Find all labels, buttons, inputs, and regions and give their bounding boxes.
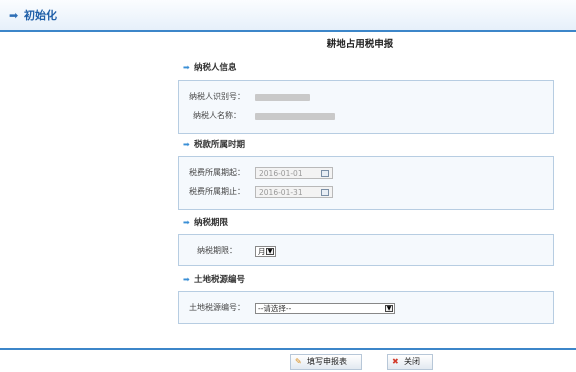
land-source-label: 土地税源编号：	[189, 303, 245, 312]
calendar-icon[interactable]	[321, 189, 329, 196]
period-end-value: 2016-01-31	[259, 188, 303, 197]
section-arrow-icon: ➡	[183, 140, 190, 149]
taxpayer-name-label: 纳税人名称：	[193, 111, 241, 120]
period-end-label: 税费所属期止：	[189, 187, 245, 196]
section-title: 纳税期限	[194, 218, 229, 228]
page-title: 初始化	[24, 9, 57, 22]
section-arrow-icon: ➡	[183, 275, 190, 284]
filing-term-select[interactable]: 月 ▼	[255, 246, 276, 257]
taxpayer-info-panel: 纳税人识别号： 纳税人名称：	[178, 80, 554, 134]
period-start-value: 2016-01-01	[259, 169, 303, 178]
section-title: 税款所属时期	[194, 140, 246, 150]
taxpayer-id-value	[255, 94, 310, 101]
taxpayer-name-value	[255, 113, 335, 120]
land-source-select[interactable]: --请选择-- ▼	[255, 303, 395, 314]
filing-term-value: 月	[258, 247, 266, 256]
section-title: 土地税源编号	[194, 275, 246, 285]
chevron-down-icon[interactable]: ▼	[266, 248, 274, 255]
section-arrow-icon: ➡	[183, 63, 190, 72]
filing-term-label: 纳税期限：	[197, 246, 237, 255]
fill-report-label: 填写申报表	[307, 357, 347, 366]
close-label: 关闭	[404, 357, 420, 366]
chevron-down-icon[interactable]: ▼	[385, 305, 393, 312]
fill-report-button[interactable]: ✎ 填写申报表	[290, 354, 362, 370]
top-bar: ➡ 初始化	[0, 0, 576, 32]
taxpayer-id-label: 纳税人识别号：	[189, 92, 245, 101]
land-source-value: --请选择--	[258, 304, 292, 313]
close-button[interactable]: ✖ 关闭	[387, 354, 433, 370]
pencil-icon: ✎	[295, 357, 302, 366]
filing-term-panel: 纳税期限： 月 ▼	[178, 234, 554, 266]
form-title: 耕地占用税申报	[326, 39, 394, 50]
period-start-input[interactable]: 2016-01-01	[255, 167, 333, 179]
period-start-label: 税费所属期起：	[189, 168, 245, 177]
tax-period-panel: 税费所属期起： 2016-01-01 税费所属期止： 2016-01-31	[178, 156, 554, 210]
close-icon: ✖	[392, 357, 399, 366]
calendar-icon[interactable]	[321, 170, 329, 177]
arrow-right-icon: ➡	[9, 9, 19, 22]
land-source-panel: 土地税源编号： --请选择-- ▼	[178, 291, 554, 324]
footer-divider	[0, 348, 576, 350]
section-arrow-icon: ➡	[183, 218, 190, 227]
period-end-input[interactable]: 2016-01-31	[255, 186, 333, 198]
section-title: 纳税人信息	[194, 63, 237, 73]
